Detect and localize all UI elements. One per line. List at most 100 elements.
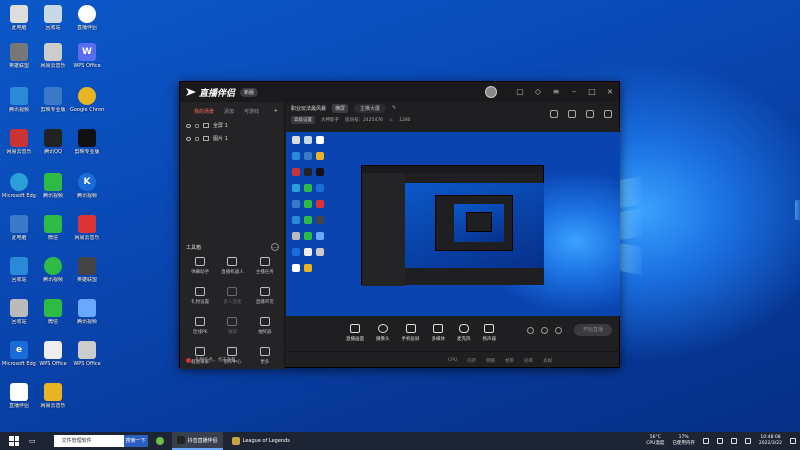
maximize-button[interactable]: □	[587, 87, 597, 97]
settings-icon[interactable]	[555, 327, 562, 334]
tool-speaker[interactable]: 扬声器	[483, 323, 496, 342]
tool-item[interactable]: 多人连麦	[216, 285, 248, 311]
desktop-icon[interactable]: WPS Office	[70, 340, 104, 380]
tool-item[interactable]: 连线PK	[184, 315, 216, 341]
tool-screen-capture[interactable]: 直播画面	[346, 323, 364, 342]
close-button[interactable]: ×	[605, 87, 615, 97]
beauty-icon[interactable]	[541, 327, 548, 334]
desktop-icon[interactable]: 网易云音乐	[36, 42, 70, 82]
advanced-settings-tag[interactable]: 高级设置	[291, 116, 315, 124]
add-source-icon[interactable]: +	[274, 108, 278, 115]
desktop-icon[interactable]: 此电脑	[2, 4, 36, 44]
tab-my-scenes[interactable]: 我的场景	[194, 108, 214, 115]
tool-multimedia[interactable]: 多媒体	[432, 323, 445, 342]
orientation-tag[interactable]: 横屏	[332, 103, 349, 113]
version-badge[interactable]: 新版	[240, 87, 259, 97]
network-icon[interactable]	[716, 438, 723, 444]
notification-icon[interactable]: ◇	[533, 87, 543, 97]
tool-item[interactable]: 福袋	[216, 315, 248, 341]
visibility-icon[interactable]	[186, 123, 191, 128]
task-view-icon[interactable]: ▭	[29, 437, 36, 445]
desktop-icon[interactable]: 微信	[36, 214, 70, 254]
tool-item[interactable]: 抽奖器	[249, 315, 281, 341]
minimize-button[interactable]: –	[569, 87, 579, 97]
taskbar-item[interactable]: League of Legends	[227, 432, 295, 450]
chevron-up-icon[interactable]	[702, 438, 709, 444]
desktop-icon[interactable]: 微信	[36, 298, 70, 338]
edit-icon[interactable]: ✎	[392, 105, 396, 111]
desktop-icon[interactable]: 英雄联盟	[70, 256, 104, 296]
scene-panel: 我的场景 添加 可游戏 + 全屏 1 图片 1 工具箱 … 弹幕助手 直播机器人…	[180, 102, 285, 369]
desktop-icon[interactable]: 剪映专业版	[70, 128, 104, 168]
share-icon[interactable]	[604, 110, 612, 118]
tool-icon	[195, 257, 206, 266]
tool-item[interactable]: 直播机器人	[216, 255, 248, 281]
avatar[interactable]	[485, 86, 497, 98]
desktop-icon[interactable]: e Microsoft Edge	[2, 340, 36, 380]
desktop-icon[interactable]: W WPS Office	[70, 42, 104, 82]
taskbar-item[interactable]: 抖音直播伴侣	[171, 432, 223, 450]
source-item[interactable]: 全屏 1	[180, 119, 284, 132]
app-icon	[44, 173, 62, 191]
gift-icon[interactable]	[550, 110, 558, 118]
tool-item[interactable]: 主播任务	[249, 255, 281, 281]
lock-icon[interactable]	[195, 136, 199, 141]
lock-icon[interactable]	[195, 123, 199, 128]
desktop-icon[interactable]: 腾讯视频	[36, 256, 70, 296]
desktop-icon[interactable]: Google Chrome	[70, 86, 104, 126]
scene-icons	[550, 110, 612, 118]
preview-desktop-icon	[304, 232, 312, 240]
category-pill[interactable]: 主推大厦	[354, 103, 387, 113]
desktop-icon[interactable]: 网易云音乐	[36, 382, 70, 422]
desktop-icon[interactable]: 回收站	[2, 256, 36, 296]
main-area: 职业玩法最风暴 横屏 主推大厦 ✎ 高级设置 大神影子 房间号：2425476 …	[286, 102, 620, 369]
desktop-icon[interactable]: Microsoft Edge	[2, 172, 36, 212]
desktop-icon[interactable]: 直播伴侣	[2, 382, 36, 422]
menu-icon[interactable]: ≡	[551, 87, 561, 97]
tab-game[interactable]: 可游戏	[244, 108, 259, 115]
desktop-icon[interactable]: 此电脑	[2, 214, 36, 254]
desktop-icon[interactable]: 回收站	[2, 298, 36, 338]
preview-desktop-icon	[316, 136, 324, 144]
tool-item[interactable]: 直播带货	[249, 285, 281, 311]
desktop-icon[interactable]: 腾讯QQ	[36, 128, 70, 168]
tool-phone-cast[interactable]: 手机投屏	[402, 323, 420, 342]
search-button[interactable]: 搜索一下	[123, 435, 148, 447]
windows-start-icon[interactable]	[9, 436, 19, 446]
app-taskbar-icon[interactable]	[155, 437, 164, 445]
toolbox-more-icon[interactable]: …	[271, 243, 279, 251]
input-method-icon[interactable]	[744, 438, 751, 444]
desktop-icon[interactable]: 直播伴侣	[70, 4, 104, 44]
clock[interactable]: 10:48:08 2022/3/22	[759, 435, 782, 447]
desktop-icon[interactable]: 腾讯视频	[36, 172, 70, 212]
desktop-icon[interactable]: K 腾讯视频	[70, 172, 104, 212]
tab-add[interactable]: 添加	[224, 108, 234, 115]
tool-camera[interactable]: 摄像头	[376, 323, 390, 342]
record-icon[interactable]	[527, 327, 534, 334]
user-name: 大神影子	[321, 118, 339, 123]
desktop-icon[interactable]: 腾讯视频	[2, 86, 36, 126]
desktop-icon[interactable]: 英雄联盟	[2, 42, 36, 82]
start-live-button[interactable]: 开始直播	[574, 324, 612, 336]
qq-icon	[44, 129, 62, 147]
settings-icon[interactable]	[586, 110, 594, 118]
desktop-icon[interactable]: 网易云音乐	[2, 128, 36, 168]
desktop-icon[interactable]: WPS Office	[36, 340, 70, 380]
desktop-icon[interactable]: 剪映专业版	[36, 86, 70, 126]
search-input[interactable]: 文件管理软件	[53, 435, 124, 447]
visibility-icon[interactable]	[186, 136, 191, 141]
tool-microphone[interactable]: 麦克风	[457, 323, 471, 342]
desktop-icon[interactable]: 网易云音乐	[70, 214, 104, 254]
stream-preview[interactable]	[286, 132, 620, 316]
tool-item[interactable]: 弹幕助手	[184, 255, 216, 281]
source-item[interactable]: 图片 1	[180, 132, 284, 145]
user-icon[interactable]	[568, 110, 576, 118]
volume-icon[interactable]	[730, 438, 737, 444]
left-status[interactable]: 礼物任务，点击查看	[180, 351, 285, 369]
gift-icon[interactable]: ▢	[515, 87, 525, 97]
nested-preview-2	[454, 204, 504, 242]
tool-item[interactable]: 礼物设置	[184, 285, 216, 311]
desktop-icon[interactable]: 腾讯视频	[70, 298, 104, 338]
notification-icon[interactable]	[790, 438, 796, 444]
desktop-icon[interactable]: 回收站	[36, 4, 70, 44]
